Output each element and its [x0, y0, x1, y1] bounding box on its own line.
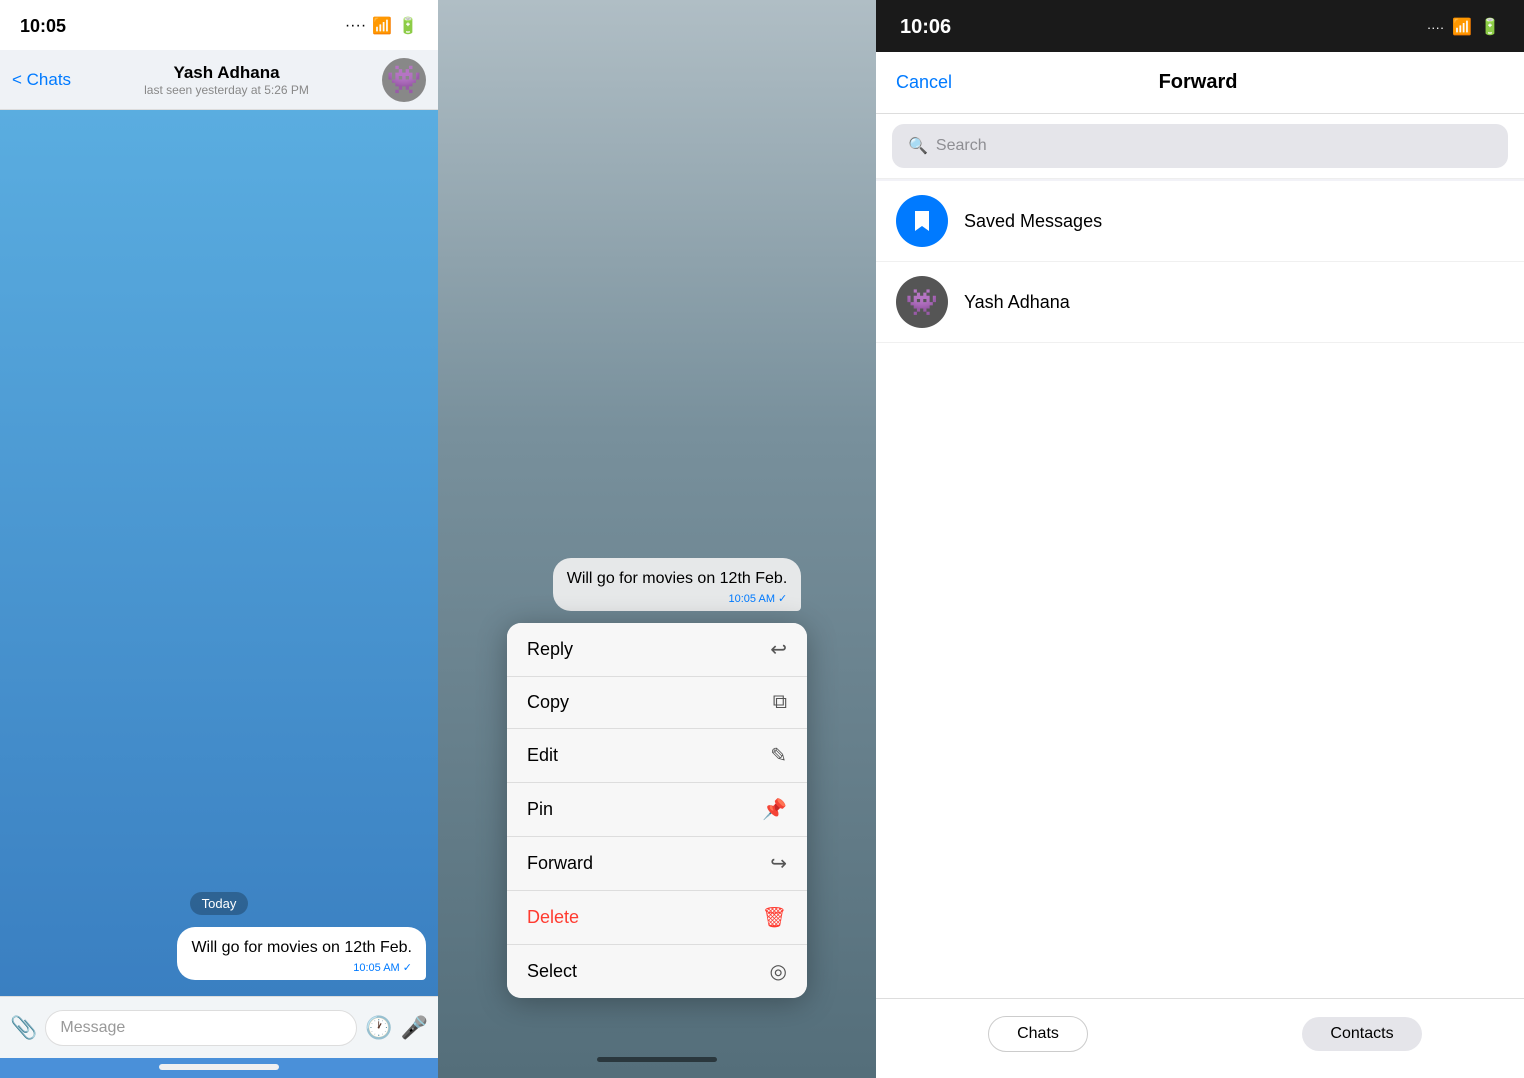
cancel-button[interactable]: Cancel	[896, 72, 952, 93]
voice-icon[interactable]: 🎤	[401, 1015, 428, 1041]
delete-icon: 🗑	[762, 905, 787, 930]
signal-icon: ····	[345, 17, 366, 35]
message-checkmark: ✓	[403, 962, 412, 974]
yash-adhana-avatar: 👾	[896, 276, 948, 328]
context-overlay: Will go for movies on 12th Feb. 10:05 AM…	[438, 0, 876, 1078]
contacts-tab-button[interactable]: Contacts	[1302, 1017, 1421, 1051]
preview-meta: 10:05 AM ✓	[567, 592, 788, 605]
date-badge: Today	[190, 892, 249, 915]
forward-icon: ↪	[770, 851, 787, 876]
tab-contacts[interactable]: Contacts	[1200, 1013, 1524, 1054]
saved-messages-name: Saved Messages	[964, 211, 1102, 232]
yash-avatar-emoji: 👾	[906, 287, 938, 318]
context-panel: Will go for movies on 12th Feb. 10:05 AM…	[438, 0, 876, 1078]
message-meta: 10:05 AM ✓	[191, 961, 412, 974]
preview-text: Will go for movies on 12th Feb.	[567, 568, 788, 590]
home-indicator-2	[597, 1057, 717, 1062]
forward-battery-icon: 🔋	[1480, 17, 1500, 37]
yash-adhana-name: Yash Adhana	[964, 292, 1070, 313]
home-indicator	[159, 1064, 279, 1070]
chats-tab-button[interactable]: Chats	[988, 1016, 1088, 1052]
preview-time: 10:05 AM	[729, 593, 775, 605]
status-icons: ···· 📶 🔋	[345, 16, 418, 36]
forward-search-bar: 🔍 Search	[876, 114, 1524, 179]
edit-icon: ✎	[770, 743, 787, 768]
copy-label: Copy	[527, 692, 569, 713]
context-forward[interactable]: Forward ↪	[507, 837, 807, 891]
context-pin[interactable]: Pin 📌	[507, 783, 807, 837]
pin-icon: 📌	[762, 797, 787, 822]
context-copy[interactable]: Copy ⧉	[507, 677, 807, 729]
status-bar: 10:05 ···· 📶 🔋	[0, 0, 438, 50]
forward-signal-icon: ····	[1427, 20, 1444, 35]
edit-label: Edit	[527, 745, 558, 766]
avatar[interactable]: 👾	[382, 58, 426, 102]
context-delete[interactable]: Delete 🗑	[507, 891, 807, 945]
bookmark-icon	[908, 207, 936, 235]
contact-name: Yash Adhana	[71, 63, 382, 83]
context-reply[interactable]: Reply ↩	[507, 623, 807, 677]
message-preview: Will go for movies on 12th Feb. 10:05 AM…	[553, 558, 802, 611]
forward-status-bar: 10:06 ···· 📶 🔋	[876, 0, 1524, 52]
message-bubble[interactable]: Will go for movies on 12th Feb. 10:05 AM…	[177, 927, 426, 980]
search-placeholder: Search	[936, 137, 987, 155]
chat-area: Today Will go for movies on 12th Feb. 10…	[0, 110, 438, 996]
message-input[interactable]: Message	[45, 1010, 357, 1046]
pin-label: Pin	[527, 799, 553, 820]
contact-info: Yash Adhana last seen yesterday at 5:26 …	[71, 63, 382, 97]
chat-panel: 10:05 ···· 📶 🔋 < Chats Yash Adhana last …	[0, 0, 438, 1078]
chat-nav-bar: < Chats Yash Adhana last seen yesterday …	[0, 50, 438, 110]
attachment-icon[interactable]: 📎	[10, 1015, 37, 1041]
preview-checkmark: ✓	[778, 593, 787, 605]
input-bar: 📎 Message 🕐 🎤	[0, 996, 438, 1058]
message-placeholder: Message	[60, 1019, 125, 1036]
forward-panel: 10:06 ···· 📶 🔋 Cancel Forward 🔍 Search S…	[876, 0, 1524, 1078]
message-time: 10:05 AM	[353, 962, 399, 974]
forward-wifi-icon: 📶	[1452, 17, 1472, 37]
context-menu: Reply ↩ Copy ⧉ Edit ✎ Pin 📌 Forward ↪ De…	[507, 623, 807, 998]
tab-chats[interactable]: Chats	[876, 1013, 1200, 1054]
search-icon: 🔍	[908, 136, 928, 156]
forward-label: Forward	[527, 853, 593, 874]
saved-messages-avatar	[896, 195, 948, 247]
forward-contacts-list: Saved Messages 👾 Yash Adhana	[876, 181, 1524, 998]
contact-status: last seen yesterday at 5:26 PM	[71, 83, 382, 97]
yash-adhana-item[interactable]: 👾 Yash Adhana	[876, 262, 1524, 343]
message-text: Will go for movies on 12th Feb.	[191, 937, 412, 959]
saved-messages-item[interactable]: Saved Messages	[876, 181, 1524, 262]
back-button[interactable]: < Chats	[12, 70, 71, 90]
avatar-image: 👾	[387, 63, 422, 96]
select-label: Select	[527, 961, 577, 982]
reply-label: Reply	[527, 639, 573, 660]
forward-tab-bar: Chats Contacts	[876, 998, 1524, 1078]
context-select[interactable]: Select ◎	[507, 945, 807, 998]
forward-status-time: 10:06	[900, 16, 951, 39]
forward-title: Forward	[1159, 71, 1238, 94]
reply-icon: ↩	[770, 637, 787, 662]
select-icon: ◎	[770, 959, 787, 984]
battery-icon: 🔋	[398, 16, 418, 36]
sticker-icon[interactable]: 🕐	[365, 1015, 392, 1041]
forward-nav-bar: Cancel Forward	[876, 52, 1524, 114]
search-field[interactable]: 🔍 Search	[892, 124, 1508, 168]
context-edit[interactable]: Edit ✎	[507, 729, 807, 783]
delete-label: Delete	[527, 907, 579, 928]
status-time: 10:05	[20, 16, 66, 37]
forward-status-icons: ···· 📶 🔋	[1427, 17, 1500, 37]
wifi-icon: 📶	[372, 16, 392, 36]
copy-icon: ⧉	[773, 691, 787, 714]
